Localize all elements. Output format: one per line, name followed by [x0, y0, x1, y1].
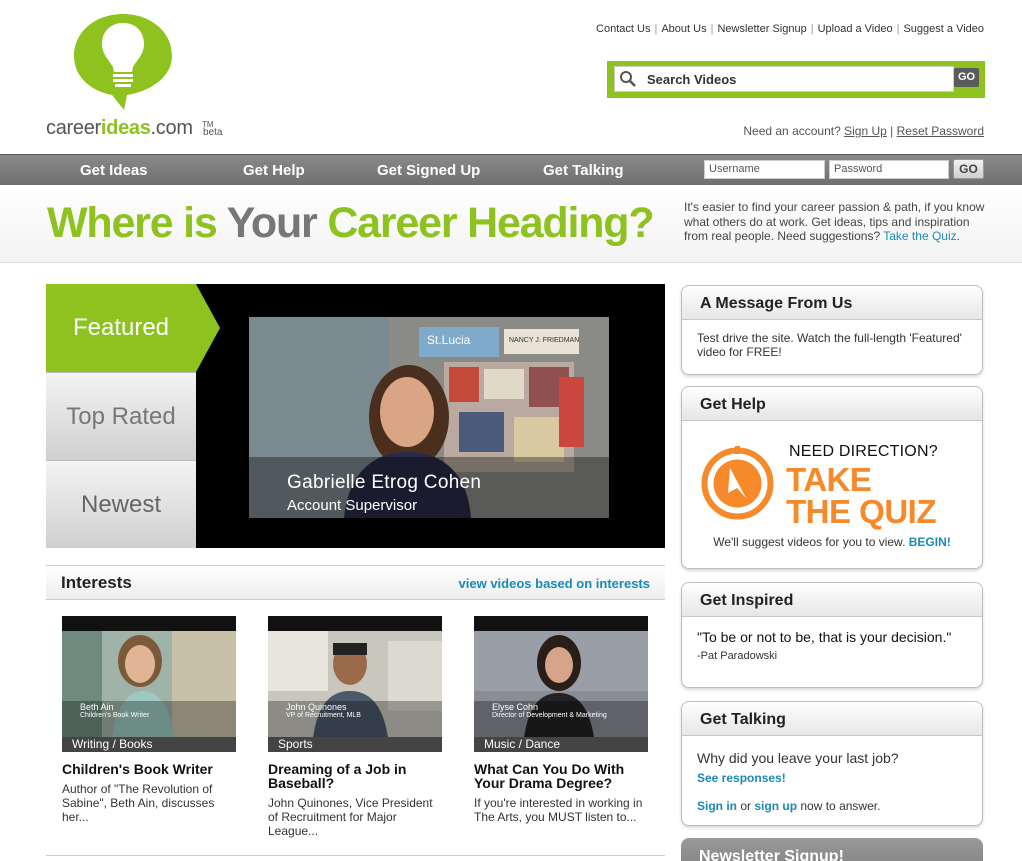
separator: | [890, 124, 894, 138]
compass-icon [701, 446, 774, 520]
main-nav: Get Ideas Get Help Get Signed Up Get Tal… [0, 154, 1022, 185]
message-widget-body: Test drive the site. Watch the full-leng… [697, 331, 962, 359]
quiz-need-direction: NEED DIRECTION? [789, 443, 938, 460]
video-person-name: Gabrielle Etrog Cohen [287, 472, 482, 493]
search-box: Search Videos GO [607, 61, 985, 98]
card-description: John Quinones, Vice President of Recruit… [268, 796, 433, 838]
inspired-widget: Get Inspired "To be or not to be, that i… [681, 582, 983, 688]
thumbnail-image [474, 631, 648, 738]
video-person-role: Account Supervisor [287, 497, 418, 514]
thumbnail-person-role: Director of Development & Marketing [492, 712, 607, 719]
inspiration-quote: "To be or not to be, that is your decisi… [697, 629, 952, 645]
account-prompt: Need an account? [743, 124, 841, 138]
interests-header: Interests view videos based on interests [46, 565, 665, 600]
account-links: Need an account? Sign Up | Reset Passwor… [743, 124, 984, 138]
search-go-button[interactable]: GO [954, 68, 979, 87]
nav-get-ideas[interactable]: Get Ideas [80, 162, 148, 179]
nav-get-talking[interactable]: Get Talking [543, 162, 624, 179]
separator: | [810, 23, 814, 35]
sign-up-link-sidebar[interactable]: sign up [754, 799, 797, 813]
category-label[interactable]: Sports [268, 737, 442, 752]
tab-top-rated[interactable]: Top Rated [46, 372, 196, 460]
talking-widget-title: Get Talking [682, 702, 982, 736]
link-upload-video[interactable]: Upload a Video [818, 23, 893, 35]
video-thumbnail[interactable]: Beth Ain Children's Book Writer Writing … [62, 616, 236, 752]
video-sign-text: St.Lucia [427, 333, 471, 347]
thumbnail-image [268, 631, 442, 738]
thumbnail-person-role: VP of Recruitment, MLB [286, 712, 361, 719]
quiz-footer: We'll suggest videos for you to view. BE… [713, 535, 951, 549]
category-label[interactable]: Writing / Books [62, 737, 236, 752]
interest-card[interactable]: Elyse Cohn Director of Development & Mar… [474, 616, 648, 824]
video-thumbnail[interactable]: Elyse Cohn Director of Development & Mar… [474, 616, 648, 752]
hero-title: Where is Your Career Heading? [47, 199, 655, 247]
discussion-question: Why did you leave your last job? [697, 750, 899, 766]
active-tab-arrow [196, 284, 220, 372]
link-contact-us[interactable]: Contact Us [596, 23, 650, 35]
login-go-button[interactable]: GO [953, 159, 984, 179]
card-title[interactable]: Dreaming of a Job in Baseball? [268, 762, 442, 790]
message-widget-title: A Message From Us [682, 286, 982, 320]
password-input[interactable]: Password [829, 160, 949, 179]
card-title[interactable]: Children's Book Writer [62, 762, 236, 776]
quote-author: -Pat Paradowski [697, 650, 778, 662]
hero-banner: Where is Your Career Heading? It's easie… [0, 185, 1022, 263]
tab-featured[interactable]: Featured [46, 284, 196, 372]
card-description: Author of "The Revolution of Sabine", Be… [62, 782, 215, 824]
card-description: If you're interested in working in The A… [474, 796, 643, 824]
thumbnail-person-name: Elyse Cohn [492, 702, 539, 712]
quiz-begin-link[interactable]: BEGIN! [909, 535, 951, 549]
take-quiz-link[interactable]: Take the Quiz [883, 229, 956, 243]
lightbulb-logo-icon [74, 14, 172, 110]
talking-widget: Get Talking Why did you leave your last … [681, 701, 983, 826]
featured-video-player[interactable]: Gabrielle Etrog Cohen Account Supervisor… [249, 317, 609, 518]
thumbnail-image [62, 631, 236, 738]
interest-card[interactable]: John Quinones VP of Recruitment, MLB Spo… [268, 616, 442, 838]
inspired-widget-title: Get Inspired [682, 583, 982, 617]
newsletter-widget-title: Newsletter Signup! [681, 838, 983, 861]
thumbnail-person-name: Beth Ain [80, 702, 114, 712]
video-thumbnail[interactable]: John Quinones VP of Recruitment, MLB Spo… [268, 616, 442, 752]
link-newsletter-signup[interactable]: Newsletter Signup [717, 23, 806, 35]
hero-description: It's easier to find your career passion … [684, 200, 985, 243]
link-about-us[interactable]: About Us [661, 23, 706, 35]
interest-card[interactable]: Beth Ain Children's Book Writer Writing … [62, 616, 236, 824]
quiz-the-quiz-heading[interactable]: THE QUIZ [786, 493, 937, 531]
username-input[interactable]: Username [704, 160, 825, 179]
nav-get-signed-up[interactable]: Get Signed Up [377, 162, 480, 179]
link-suggest-video[interactable]: Suggest a Video [903, 23, 984, 35]
thumbnail-person-name: John Quinones [286, 702, 347, 712]
separator: | [654, 23, 658, 35]
nav-get-help[interactable]: Get Help [243, 162, 305, 179]
card-title[interactable]: What Can You Do With Your Drama Degree? [474, 762, 648, 790]
thumbnail-person-role: Children's Book Writer [80, 712, 150, 719]
top-links: Contact Us | About Us | Newsletter Signup | Up… [596, 23, 984, 35]
search-input[interactable]: Search Videos [614, 66, 954, 92]
sign-up-link[interactable]: Sign Up [844, 124, 887, 138]
help-widget: Get Help NEED DIRECTION? TAKE THE QUIZ W… [681, 386, 983, 569]
separator: | [896, 23, 900, 35]
view-videos-interests-link[interactable]: view videos based on interests [459, 576, 650, 591]
video-sign-text-2: NANCY J. FRIEDMAN [509, 337, 580, 344]
category-label[interactable]: Music / Dance [474, 737, 648, 752]
help-widget-title: Get Help [682, 387, 982, 421]
interests-bottom-divider [46, 855, 665, 856]
see-responses-link[interactable]: See responses! [697, 771, 967, 785]
logo-beta: beta [203, 127, 223, 138]
reset-password-link[interactable]: Reset Password [897, 124, 984, 138]
sign-in-link[interactable]: Sign in [697, 799, 737, 813]
search-icon [620, 71, 636, 87]
tab-newest[interactable]: Newest [46, 460, 196, 548]
interests-title: Interests [61, 573, 132, 592]
featured-video-panel: Featured Top Rated Newest Gabrielle Etro… [46, 284, 665, 548]
signin-prompt: Sign in or sign up now to answer. [697, 799, 881, 813]
logo-wordmark: careerideas.com [46, 117, 193, 139]
separator: | [710, 23, 714, 35]
message-widget: A Message From Us Test drive the site. W… [681, 285, 983, 375]
